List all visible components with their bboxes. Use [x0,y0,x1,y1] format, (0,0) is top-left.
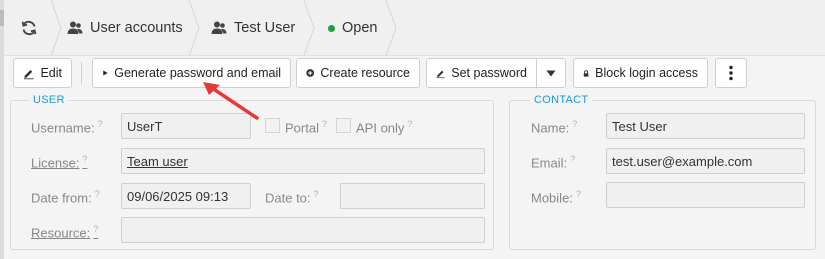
user-icon [211,21,227,34]
edit-button[interactable]: Edit [13,58,72,88]
annotation-arrow-icon [203,82,259,120]
license-field[interactable]: Team user [121,148,485,174]
api-only-label: API only? [356,119,413,136]
help-icon[interactable]: ? [93,224,98,234]
left-edge [0,0,4,259]
breadcrumb-separator [303,0,315,56]
breadcrumb-separator [385,0,397,56]
toolbar-divider [81,62,82,84]
breadcrumb-separator [50,0,62,56]
help-icon[interactable]: ? [95,189,100,199]
refresh-button[interactable] [20,0,38,56]
set-password-dropdown[interactable] [536,58,566,88]
breadcrumb-label: Test User [234,20,296,36]
resource-label[interactable]: Resource:? [31,224,98,240]
breadcrumb-separator [188,0,200,56]
edit-label: Edit [40,66,62,80]
help-icon[interactable]: ? [572,119,577,129]
resource-field[interactable] [121,217,485,243]
status-label: Open [342,20,378,36]
help-icon[interactable]: ? [570,154,575,164]
set-password-label: Set password [451,66,527,80]
breadcrumb-item-status[interactable]: Open [328,0,377,56]
more-options-button[interactable] [715,58,747,88]
api-only-checkbox[interactable] [336,118,351,133]
left-edge-handle[interactable] [0,10,4,26]
user-section-legend: USER [29,94,69,106]
help-icon[interactable]: ? [407,119,412,129]
help-icon[interactable]: ? [576,189,581,199]
portal-checkbox[interactable] [265,118,280,133]
breadcrumb-item-test-user[interactable]: Test User [211,0,295,56]
create-resource-label: Create resource [320,66,410,80]
generate-label: Generate password and email [114,66,281,80]
breadcrumb-label: User accounts [90,20,183,36]
username-label: Username:? [31,119,103,136]
date-to-label: Date to:? [265,189,319,206]
kebab-menu-icon [729,65,733,81]
help-icon[interactable]: ? [98,119,103,129]
lock-icon [583,69,589,77]
portal-label: Portal? [285,119,327,136]
caret-down-icon [546,70,556,76]
help-icon[interactable]: ? [82,154,87,164]
block-login-button[interactable]: Block login access [573,58,708,88]
pencil-icon [23,69,34,79]
pencil-icon [436,70,445,78]
help-icon[interactable]: ? [322,119,327,129]
email-label: Email:? [531,154,576,171]
block-login-label: Block login access [595,66,698,80]
date-to-field[interactable] [340,183,485,209]
name-label: Name:? [531,119,578,136]
date-from-label: Date from:? [31,189,100,206]
name-field[interactable]: Test User [606,113,805,139]
refresh-icon [21,20,37,36]
mobile-field[interactable] [606,182,805,208]
breadcrumb-item-user-accounts[interactable]: User accounts [67,0,183,56]
set-password-button[interactable]: Set password [426,58,537,88]
play-icon [103,70,108,76]
help-icon[interactable]: ? [314,189,319,199]
status-dot-icon [328,24,335,32]
contact-section-legend: CONTACT [530,94,593,106]
plus-circle-icon [306,69,315,77]
users-icon [67,21,83,34]
license-label[interactable]: License:? [31,154,87,170]
email-field[interactable]: test.user@example.com [606,148,805,174]
create-resource-button[interactable]: Create resource [296,58,420,88]
date-from-field[interactable]: 09/06/2025 09:13 [121,183,251,209]
mobile-label: Mobile:? [531,189,581,206]
